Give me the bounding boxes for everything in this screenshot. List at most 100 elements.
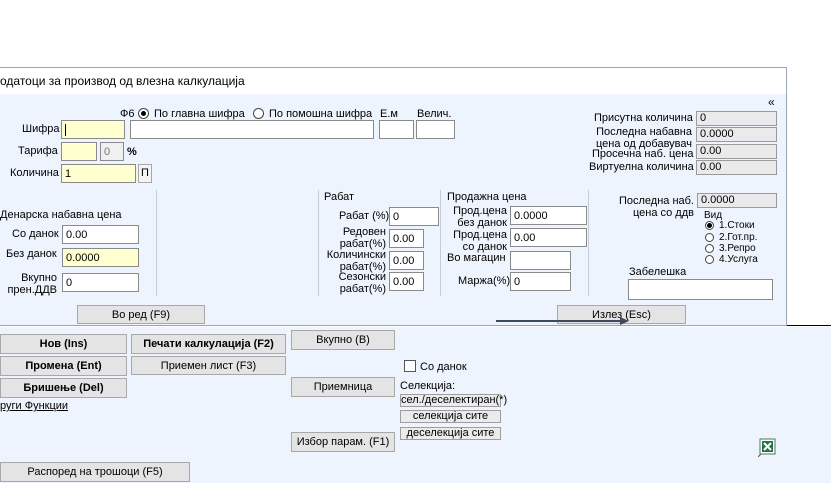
rabat-section-label: Рабат (324, 191, 355, 203)
vkupno-label: Вкупно прен.ДДВ (0, 272, 57, 296)
main-panel: Нов (Ins) Промена (Ent) Бришење (Del) ру… (0, 327, 831, 483)
price-section-label: Денарска набавна цена (0, 209, 122, 221)
season-rabat-label: Сезонски рабат(%) (320, 271, 386, 295)
so-danok-label: Со данок (12, 228, 59, 240)
vid-option-4: 4.Услуга (719, 254, 758, 265)
last-nab-label-line1: Последна наб. (618, 195, 694, 207)
virtual-qty-field: 0.00 (696, 160, 777, 175)
bez-danok-input[interactable]: 0.0000 (62, 248, 139, 267)
radio-main-label: По главна шифра (154, 108, 245, 120)
qty-rabat-label: Количински рабат(%) (320, 249, 386, 273)
separator-sale (440, 190, 441, 296)
collapse-icon[interactable]: « (768, 96, 775, 108)
vkupno-label-line2: прен.ДДВ (7, 284, 57, 296)
last-nab-label-line2: цена со ддв (632, 207, 694, 219)
rabat-pct-label: Рабат (%) (339, 210, 390, 222)
vid-radio-2[interactable] (705, 233, 714, 242)
present-qty-field: 0 (696, 111, 777, 126)
last-nab-field: 0.0000 (697, 193, 777, 208)
delete-button[interactable]: Бришење (Del) (0, 378, 127, 398)
so-danok-input[interactable]: 0.00 (62, 225, 139, 244)
sale-so-label: Прод.цена со данок (444, 229, 507, 253)
vid-radio-4[interactable] (705, 255, 714, 264)
qty-rabat-label-line1: Количински (326, 249, 386, 261)
qty-rabat-input[interactable]: 0.00 (389, 251, 424, 270)
present-qty-label: Присутна количина (594, 112, 693, 124)
rabat-pct-input[interactable]: 0 (389, 207, 439, 226)
last-price-field: 0.0000 (696, 127, 777, 142)
radio-aux-code[interactable] (253, 108, 264, 119)
vo-magacin-label: Во магацин (447, 252, 506, 264)
sale-bez-label-line2: без данок (457, 217, 507, 229)
select-toggle-button[interactable]: сел./деселектиран(*) (400, 394, 507, 407)
tarifa-input[interactable] (61, 142, 97, 161)
dialog-title-bar: одатоци за производ од влезна калкулациј… (0, 68, 786, 94)
size-input[interactable] (416, 120, 455, 139)
tarifa-label: Тарифа (18, 145, 58, 157)
sale-bez-label: Прод.цена без данок (444, 205, 507, 229)
vid-radio-3[interactable] (705, 244, 714, 253)
total-button[interactable]: Вкупно (B) (291, 330, 395, 350)
virtual-qty-label: Виртуелна количина (589, 161, 694, 173)
em-input[interactable] (379, 120, 414, 139)
sale-so-input[interactable]: 0.00 (510, 228, 587, 247)
receipt-list-button[interactable]: Приемен лист (F3) (131, 356, 286, 375)
separator-left (156, 190, 157, 296)
print-calc-button[interactable]: Печати калкулација (F2) (131, 334, 286, 354)
tarifa-percent-field: 0 (100, 142, 124, 161)
deselect-all-button[interactable]: деселекција сите (400, 427, 501, 440)
separator-info (588, 190, 589, 296)
other-functions-link[interactable]: руги Функции (0, 400, 68, 412)
sale-bez-input[interactable]: 0.0000 (510, 206, 587, 225)
zabeleska-input[interactable] (628, 279, 773, 300)
edit-button[interactable]: Промена (Ent) (0, 356, 127, 376)
radio-aux-label: По помошна шифра (269, 108, 373, 120)
sale-section-label: Продажна цена (447, 191, 527, 203)
so-danok-checkbox-label: Со данок (420, 361, 467, 373)
bez-danok-label: Без данок (6, 248, 57, 260)
radio-main-code[interactable] (138, 108, 149, 119)
vid-radio-1[interactable] (705, 221, 714, 230)
new-button[interactable]: Нов (Ins) (0, 334, 127, 354)
sale-bez-label-line1: Прод.цена (453, 205, 507, 217)
select-all-button[interactable]: селекција сите (400, 410, 501, 423)
sale-so-label-line1: Прод.цена (453, 229, 507, 241)
shifra-label: Шифра (22, 123, 60, 135)
reg-rabat-label: Редовен рабат(%) (320, 226, 386, 250)
costs-button[interactable]: Распоред на трошоци (F5) (0, 462, 190, 482)
reg-rabat-input[interactable]: 0.00 (389, 229, 424, 248)
last-nab-label: Последна наб. цена со ддв (600, 195, 694, 219)
excel-icon[interactable] (758, 437, 778, 457)
season-rabat-label-line1: Сезонски (338, 271, 386, 283)
vo-magacin-input[interactable] (510, 251, 571, 270)
avg-price-field: 0.00 (696, 144, 777, 159)
separator-rabat (318, 190, 319, 296)
dialog-title: одатоци за производ од влезна калкулациј… (0, 74, 245, 88)
vid-group: Вид 1.Стоки 2.Гот.пр. 3.Репро 4.Услуга (699, 210, 779, 267)
arrow-line (496, 317, 629, 325)
so-danok-checkbox[interactable] (404, 360, 416, 372)
last-price-label: Последна набавна цена од добавувач (584, 126, 692, 150)
priemnica-button[interactable]: Приемница (291, 377, 395, 397)
shifra-input[interactable] (61, 120, 125, 139)
name-input[interactable] (130, 120, 374, 139)
avg-price-label: Просечна наб. цена (592, 148, 694, 160)
last-price-label-line1: Последна набавна (596, 126, 692, 138)
season-rabat-input[interactable]: 0.00 (389, 272, 424, 291)
percent-sign: % (127, 146, 137, 158)
window-edge-line (787, 325, 831, 326)
dialog-window: одатоци за производ од влезна калкулациј… (0, 67, 787, 326)
em-label: Е.м (380, 108, 398, 120)
ok-button[interactable]: Во ред (F9) (77, 305, 205, 324)
size-label: Велич. (417, 108, 452, 120)
kolicina-input[interactable]: 1 (61, 164, 136, 183)
marza-input[interactable]: 0 (510, 272, 571, 291)
radio-prefix: Ф6 (120, 108, 135, 120)
params-button[interactable]: Избор парам. (F1) (291, 432, 395, 452)
vkupno-label-line1: Вкупно (21, 272, 57, 284)
reg-rabat-label-line1: Редовен (342, 226, 386, 238)
vkupno-input[interactable]: 0 (62, 273, 139, 292)
p-button[interactable]: П (138, 164, 152, 183)
marza-label: Маржа(%) (458, 275, 511, 287)
selection-label: Селекција: (400, 380, 456, 392)
